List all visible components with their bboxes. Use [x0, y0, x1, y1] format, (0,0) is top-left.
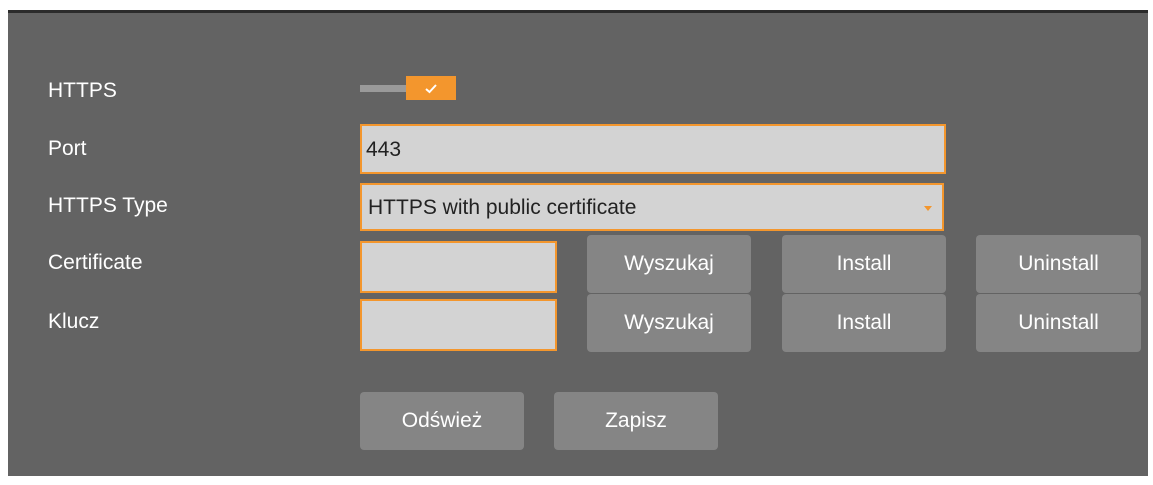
- checkmark-icon: [425, 83, 437, 93]
- certificate-file-input[interactable]: [360, 241, 557, 293]
- port-input[interactable]: 443: [360, 124, 946, 174]
- toggle-track: [360, 85, 410, 92]
- certificate-uninstall-button[interactable]: Uninstall: [976, 235, 1141, 293]
- certificate-install-button[interactable]: Install: [782, 235, 946, 293]
- https-label: HTTPS: [48, 79, 117, 102]
- https-toggle[interactable]: [360, 76, 456, 100]
- key-uninstall-button[interactable]: Uninstall: [976, 294, 1141, 352]
- https-settings-panel: HTTPS Port 443 HTTPS Type HTTPS with pub…: [8, 10, 1148, 476]
- https-type-select[interactable]: HTTPS with public certificate: [360, 183, 944, 231]
- key-search-button[interactable]: Wyszukaj: [587, 294, 751, 352]
- https-type-label: HTTPS Type: [48, 194, 168, 217]
- key-install-button[interactable]: Install: [782, 294, 946, 352]
- port-value: 443: [366, 137, 402, 161]
- refresh-button[interactable]: Odśwież: [360, 392, 524, 450]
- certificate-label: Certificate: [48, 251, 143, 274]
- toggle-knob: [406, 76, 456, 100]
- https-type-value: HTTPS with public certificate: [368, 195, 637, 219]
- key-file-input[interactable]: [360, 299, 557, 351]
- caret-down-icon: [924, 206, 932, 211]
- save-button[interactable]: Zapisz: [554, 392, 718, 450]
- certificate-search-button[interactable]: Wyszukaj: [587, 235, 751, 293]
- key-label: Klucz: [48, 310, 100, 333]
- port-label: Port: [48, 137, 87, 160]
